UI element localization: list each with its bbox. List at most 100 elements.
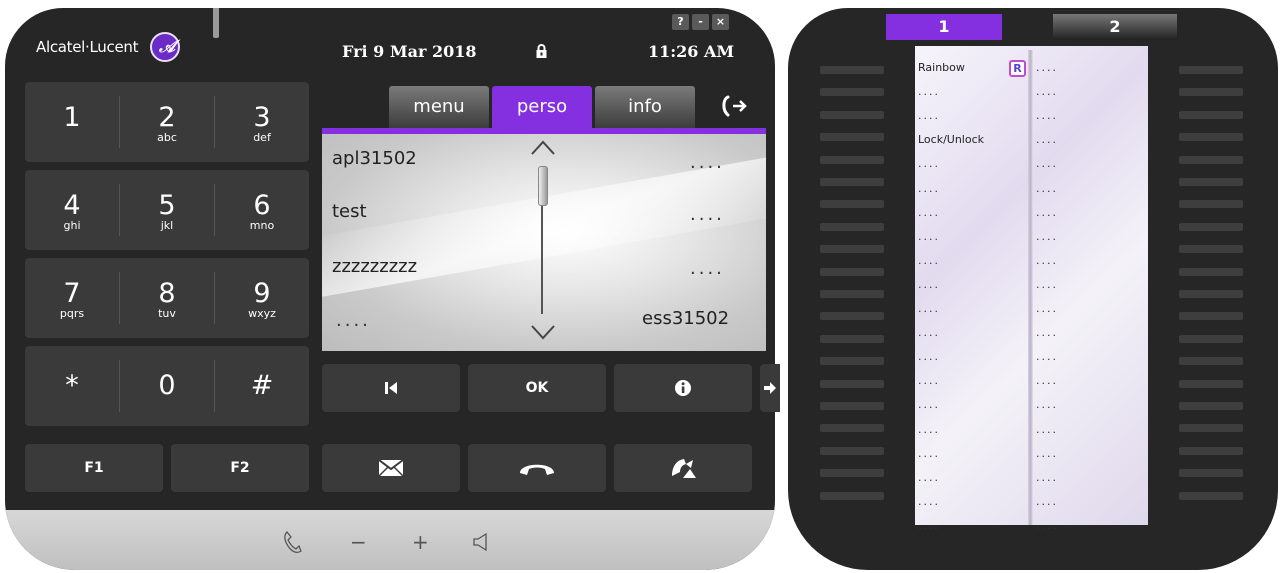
ext-left-key-17[interactable] — [820, 424, 884, 433]
ext-right-entry-10[interactable]: .... — [1036, 277, 1058, 301]
volume-up-button[interactable]: + — [412, 530, 429, 554]
key-3[interactable]: 3 def — [215, 104, 309, 144]
ext-right-entry-7[interactable]: .... — [1036, 205, 1058, 229]
perso-entry-right-2[interactable]: .... — [690, 204, 725, 225]
key-star[interactable]: * — [25, 372, 119, 400]
ext-left-entry-4[interactable]: Lock/Unlock — [918, 132, 984, 156]
help-button[interactable]: ? — [672, 14, 689, 30]
ext-left-key-7[interactable] — [820, 200, 884, 209]
ext-left-key-5[interactable] — [820, 155, 884, 164]
info-button[interactable] — [614, 364, 752, 412]
ok-button[interactable]: OK — [468, 364, 606, 412]
ext-left-entry-12[interactable]: .... — [918, 325, 940, 349]
ext-right-entry-16[interactable]: .... — [1036, 422, 1058, 446]
tab-perso[interactable]: perso — [492, 86, 592, 128]
ext-right-entry-13[interactable]: .... — [1036, 349, 1058, 373]
ext-right-key-17[interactable] — [1179, 424, 1243, 433]
ext-right-entry-5[interactable]: .... — [1036, 156, 1058, 180]
ext-right-entry-4[interactable]: .... — [1036, 132, 1058, 156]
redial-button[interactable] — [614, 444, 752, 492]
ext-left-key-10[interactable] — [820, 267, 884, 276]
ext-left-entry-18[interactable]: .... — [918, 470, 940, 494]
message-button[interactable] — [322, 444, 460, 492]
ext-right-entry-9[interactable]: .... — [1036, 253, 1058, 277]
ext-left-entry-10[interactable]: .... — [918, 277, 940, 301]
ext-right-entry-6[interactable]: .... — [1036, 181, 1058, 205]
perso-entry-left-2[interactable]: test — [332, 201, 367, 222]
ext-right-entry-3[interactable]: .... — [1036, 108, 1058, 132]
key-1[interactable]: 1 — [25, 104, 119, 132]
ext-right-key-18[interactable] — [1179, 446, 1243, 455]
ext-right-entry-17[interactable]: .... — [1036, 446, 1058, 470]
ext-left-key-6[interactable] — [820, 178, 884, 186]
speaker-icon[interactable] — [472, 532, 490, 552]
ext-left-entry-6[interactable]: .... — [918, 181, 940, 205]
ext-right-key-11[interactable] — [1179, 290, 1243, 298]
perso-entry-right-1[interactable]: .... — [690, 152, 725, 173]
ext-left-entry-5[interactable]: .... — [918, 156, 940, 180]
ext-right-key-4[interactable] — [1179, 133, 1243, 142]
ext-right-key-8[interactable] — [1179, 222, 1243, 231]
ext-left-entry-17[interactable]: .... — [918, 446, 940, 470]
hangup-button[interactable] — [468, 444, 606, 492]
ext-right-key-1[interactable] — [1179, 66, 1243, 74]
perso-entry-right-3[interactable]: .... — [690, 258, 725, 279]
ext-right-entry-14[interactable]: .... — [1036, 373, 1058, 397]
ext-left-entry-13[interactable]: .... — [918, 349, 940, 373]
f1-button[interactable]: F1 — [25, 444, 163, 492]
ext-left-entry-20[interactable]: .... — [918, 518, 940, 542]
ext-right-key-14[interactable] — [1179, 357, 1243, 366]
ext-left-key-8[interactable] — [820, 222, 884, 231]
ext-right-entry-12[interactable]: .... — [1036, 325, 1058, 349]
key-8[interactable]: 8 tuv — [120, 280, 214, 320]
ext-left-key-20[interactable] — [820, 491, 884, 500]
scrollbar-thumb[interactable] — [538, 166, 548, 206]
ext-left-entry-19[interactable]: .... — [918, 494, 940, 518]
ext-right-entry-19[interactable]: .... — [1036, 494, 1058, 518]
key-2[interactable]: 2 abc — [120, 104, 214, 144]
ext-right-entry-20[interactable]: .... — [1036, 518, 1058, 542]
ext-left-key-12[interactable] — [820, 312, 884, 321]
key-4[interactable]: 4 ghi — [25, 192, 119, 232]
perso-entry-left-4[interactable]: .... — [336, 310, 371, 331]
minimize-button[interactable]: - — [692, 14, 709, 30]
ext-left-entry-3[interactable]: .... — [918, 108, 940, 132]
f2-button[interactable]: F2 — [171, 444, 309, 492]
ext-left-key-9[interactable] — [820, 245, 884, 254]
key-9[interactable]: 9 wxyz — [215, 280, 309, 320]
ext-right-key-12[interactable] — [1179, 312, 1243, 321]
ext-left-entry-7[interactable]: .... — [918, 205, 940, 229]
ext-right-key-7[interactable] — [1179, 200, 1243, 209]
forward-button[interactable] — [760, 364, 780, 412]
key-6[interactable]: 6 mno — [215, 192, 309, 232]
ext-tab-2[interactable]: 2 — [1053, 14, 1177, 40]
ext-left-key-1[interactable] — [820, 66, 884, 74]
perso-entry-left-1[interactable]: apl31502 — [332, 148, 417, 169]
tab-info[interactable]: info — [595, 86, 695, 128]
ext-right-key-20[interactable] — [1179, 491, 1243, 500]
tab-menu[interactable]: menu — [389, 86, 489, 128]
ext-left-key-3[interactable] — [820, 110, 884, 119]
back-button[interactable] — [322, 364, 460, 412]
ext-right-entry-18[interactable]: .... — [1036, 470, 1058, 494]
ext-right-key-3[interactable] — [1179, 110, 1243, 119]
ext-right-entry-2[interactable]: .... — [1036, 84, 1058, 108]
ext-left-entry-15[interactable]: .... — [918, 397, 940, 421]
ext-tab-1[interactable]: 1 — [886, 14, 1002, 40]
exit-icon[interactable] — [719, 94, 749, 118]
key-5[interactable]: 5 jkl — [120, 192, 214, 232]
ext-left-key-18[interactable] — [820, 446, 884, 455]
ext-right-entry-1[interactable]: .... — [1036, 60, 1058, 84]
ext-left-entry-8[interactable]: .... — [918, 229, 940, 253]
ext-right-key-16[interactable] — [1179, 402, 1243, 410]
ext-left-key-11[interactable] — [820, 290, 884, 298]
ext-left-entry-9[interactable]: .... — [918, 253, 940, 277]
ext-left-key-4[interactable] — [820, 133, 884, 142]
ext-right-key-13[interactable] — [1179, 334, 1243, 343]
ext-right-key-15[interactable] — [1179, 379, 1243, 388]
ext-left-key-2[interactable] — [820, 88, 884, 97]
ext-right-key-19[interactable] — [1179, 469, 1243, 478]
close-button[interactable]: × — [712, 14, 729, 30]
ext-right-key-5[interactable] — [1179, 155, 1243, 164]
scroll-up-icon[interactable] — [530, 138, 556, 156]
